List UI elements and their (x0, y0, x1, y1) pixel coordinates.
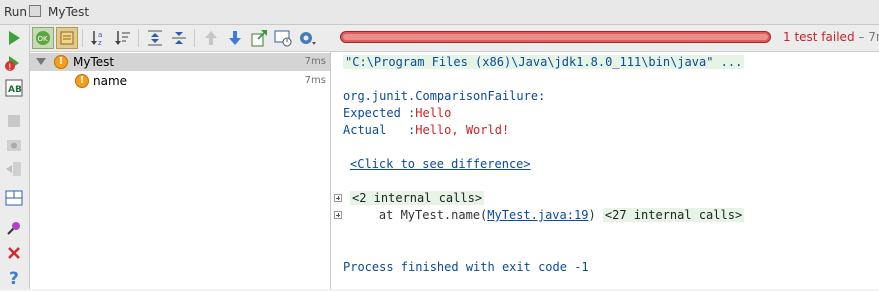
tree-item-label: name (93, 74, 128, 88)
collapse-all-icon[interactable] (168, 27, 190, 49)
pin-icon[interactable] (3, 217, 25, 239)
tree-row-name[interactable]: ! name 7ms (30, 72, 330, 90)
show-ignored-icon[interactable] (56, 27, 78, 49)
diff-line: <Click to see difference> (350, 157, 531, 171)
stack-frame-prefix: at MyTest.name( (350, 208, 488, 222)
test-status: 1 test failed – 7ms (783, 30, 879, 44)
prev-failed-icon[interactable] (200, 27, 222, 49)
export-icon[interactable] (248, 27, 270, 49)
tree-row-mytest[interactable]: ! MyTest 7ms (30, 53, 330, 71)
fold-expand-icon[interactable] (334, 194, 342, 202)
internal-calls-fold[interactable]: <27 internal calls> (602, 208, 745, 222)
tree-item-time: 7ms (304, 56, 326, 67)
svg-text:a: a (98, 31, 102, 39)
expected-line: Expected :Hello (343, 106, 451, 120)
actual-line: Actual :Hello, World! (343, 123, 509, 137)
svg-text:AB: AB (8, 85, 22, 95)
console-command-line: "C:\Program Files (x86)\Java\jdk1.8.0_11… (343, 55, 745, 69)
test-progress-bar (340, 31, 771, 43)
import-icon[interactable] (272, 27, 294, 49)
next-failed-icon[interactable] (224, 27, 246, 49)
internal-calls-fold[interactable]: <2 internal calls> (350, 191, 485, 205)
run-label: Run (4, 5, 28, 19)
fold-expand-icon[interactable] (334, 211, 342, 219)
tree-item-label: MyTest (73, 55, 115, 69)
exit-icon[interactable] (3, 158, 25, 180)
help-icon[interactable]: ? (3, 266, 25, 289)
status-time: – 7ms (858, 30, 879, 44)
console-output[interactable]: "C:\Program Files (x86)\Java\jdk1.8.0_11… (331, 52, 879, 289)
svg-text:z: z (98, 39, 102, 47)
toggle-auto-test-icon[interactable]: AB (3, 77, 25, 99)
tree-item-time: 7ms (304, 75, 326, 86)
stack-frame-suffix: ) (588, 208, 596, 222)
screenshot-icon[interactable] (3, 134, 25, 156)
title-bar: Run MyTest (0, 0, 879, 25)
expected-label: Expected : (343, 106, 416, 120)
close-icon[interactable] (3, 242, 25, 264)
svg-text:OK: OK (38, 35, 49, 43)
command-text: "C:\Program Files (x86)\Java\jdk1.8.0_11… (343, 55, 745, 69)
status-text: 1 test failed (783, 30, 855, 44)
stack-frame-line: at MyTest.name(MyTest.java:19) <27 inter… (350, 208, 745, 222)
show-passed-icon[interactable]: OK (32, 27, 54, 49)
tab-icon (29, 5, 41, 17)
actual-label: Actual : (343, 123, 416, 137)
expand-arrow-icon[interactable] (36, 58, 46, 65)
actual-value: Hello, World! (415, 123, 510, 137)
test-tree: ! MyTest 7ms ! name 7ms (30, 52, 331, 289)
expand-all-icon[interactable] (144, 27, 166, 49)
sort-alpha-icon[interactable]: az (88, 27, 110, 49)
expected-value: Hello (415, 106, 452, 120)
failed-icon: ! (54, 55, 68, 69)
internal-calls-line: <2 internal calls> (350, 191, 485, 205)
layout-icon[interactable] (3, 187, 25, 209)
svg-text:!: ! (8, 63, 12, 73)
exit-text: Process finished with exit code -1 (343, 260, 589, 274)
test-progress-fill (343, 34, 768, 40)
test-toolbar: OK az 1 test failed – 7ms (30, 25, 879, 52)
stop-icon[interactable] (3, 110, 25, 132)
exception-text: org.junit.ComparisonFailure: (343, 89, 546, 103)
svg-text:?: ? (9, 269, 19, 288)
tab-mytest[interactable]: MyTest (48, 5, 89, 19)
source-link[interactable]: MyTest.java:19 (487, 208, 588, 222)
left-toolbar: ! AB ? (0, 25, 30, 289)
rerun-failed-icon[interactable]: ! (3, 52, 25, 74)
settings-icon[interactable] (296, 27, 318, 49)
sort-duration-icon[interactable] (112, 27, 134, 49)
failed-icon: ! (75, 74, 89, 88)
rerun-icon[interactable] (3, 27, 25, 49)
see-difference-link[interactable]: <Click to see difference> (350, 157, 531, 171)
